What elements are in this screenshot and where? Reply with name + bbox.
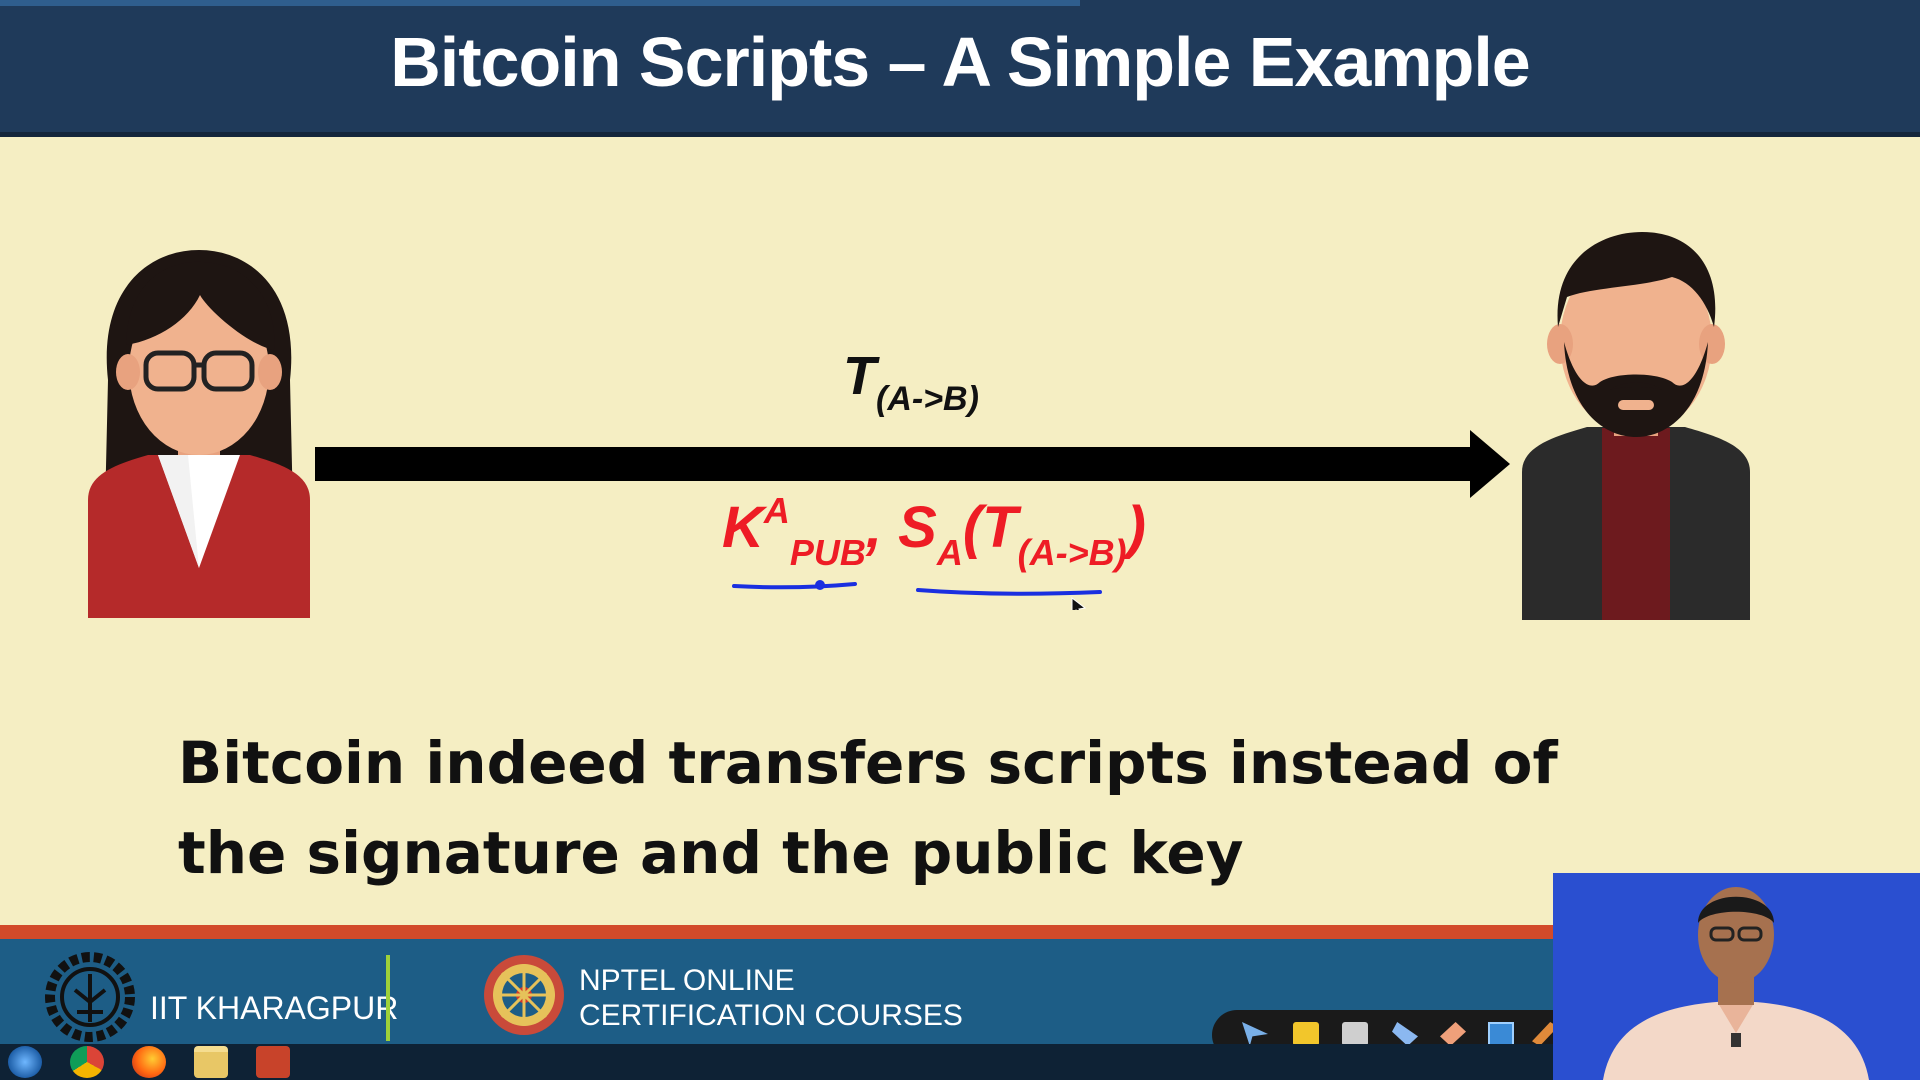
nptel-title-line2: CERTIFICATION COURSES: [579, 999, 963, 1032]
transaction-label-main: T: [843, 346, 876, 406]
footer-accent-stripe: [0, 925, 1560, 939]
title-bar: Bitcoin Scripts – A Simple Example: [0, 0, 1920, 137]
alice-figure-icon: [88, 250, 310, 618]
signature-transaction-subscript: (A->B): [1017, 532, 1127, 573]
public-key-owner: A: [763, 490, 790, 531]
signature-paren-open: (: [962, 495, 983, 560]
title-top-strip: [0, 0, 1080, 6]
signature-label: KAPUB, SA(T(A->B)): [722, 490, 1146, 574]
screen-tool-icon[interactable]: [1488, 1022, 1514, 1046]
nptel-title-line1: NPTEL ONLINE: [579, 964, 795, 997]
file-explorer-icon[interactable]: [194, 1046, 228, 1078]
slide-title: Bitcoin Scripts – A Simple Example: [390, 23, 1531, 101]
nptel-logo-icon: [484, 955, 564, 1035]
firefox-icon[interactable]: [132, 1046, 166, 1078]
eraser-tool-icon[interactable]: [1342, 1022, 1368, 1046]
public-key-symbol: K: [722, 495, 764, 560]
signature-comma: ,: [865, 495, 883, 560]
public-key-subscript: PUB: [789, 532, 866, 573]
signature-symbol: S: [898, 495, 937, 560]
footer-divider: [386, 955, 390, 1041]
ink-underline-annotation: [732, 580, 1102, 610]
chrome-icon[interactable]: [70, 1046, 104, 1078]
transaction-label-sub: (A->B): [876, 380, 979, 418]
highlighter-tool-icon[interactable]: [1293, 1022, 1319, 1046]
signature-paren-close: ): [1126, 495, 1146, 560]
presenter-icon: [1603, 887, 1869, 1080]
transaction-label: T(A->B): [843, 345, 979, 419]
signature-owner: A: [936, 532, 963, 573]
presenter-webcam: [1553, 873, 1920, 1080]
institute-label: IIT KHARAGPUR: [150, 990, 399, 1026]
signature-transaction-symbol: T: [982, 495, 1018, 560]
bob-figure-icon: [1522, 232, 1750, 620]
slide-statement: Bitcoin indeed transfers scripts instead…: [178, 729, 1558, 887]
powerpoint-icon[interactable]: [256, 1046, 290, 1078]
windows-start-icon[interactable]: [8, 1046, 42, 1078]
iit-kharagpur-logo-icon: [45, 952, 135, 1042]
windows-taskbar: [0, 1044, 1560, 1080]
